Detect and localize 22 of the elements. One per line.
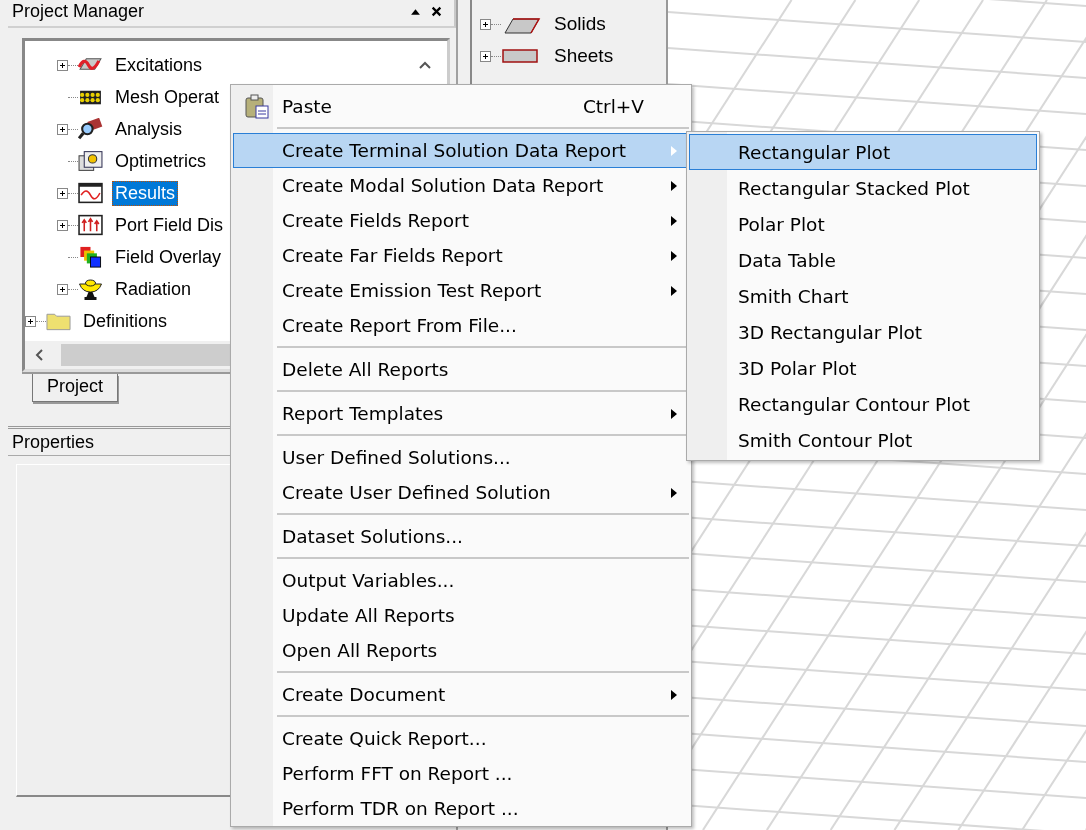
menu-item-label: Create Report From File...: [281, 315, 518, 336]
menu-item-label: Dataset Solutions...: [281, 526, 464, 547]
menu-item-label: Delete All Reports: [281, 359, 450, 380]
menu-item-label: Output Variables...: [281, 570, 456, 591]
menu-item-label: Create Terminal Solution Data Report: [281, 140, 628, 161]
menu-item-label: Create Emission Test Report: [281, 280, 543, 301]
menu-item-label: Perform FFT on Report ...: [281, 763, 514, 784]
panel-title: Project Manager: [12, 0, 146, 22]
menu-item-label: Create Quick Report...: [281, 728, 488, 749]
menu-item-label: Update All Reports: [281, 605, 456, 626]
menu-item-label: Paste: [281, 96, 333, 117]
menu-item-label: Create Modal Solution Data Report: [281, 175, 605, 196]
shortcut-label: Ctrl+V: [582, 96, 644, 117]
menu-item-label: Report Templates: [281, 403, 445, 424]
menu-item-label: User Defined Solutions...: [281, 447, 512, 468]
panel-title: Properties: [12, 431, 95, 453]
menu-item-label: Create Fields Report: [281, 210, 470, 231]
menu-item-label: Create Document: [281, 684, 447, 705]
menu-item-label: Create User Defined Solution: [281, 482, 552, 503]
menu-item-label: Perform TDR on Report ...: [281, 798, 520, 819]
menu-item-label: Create Far Fields Report: [281, 245, 504, 266]
menu-item-label: Open All Reports: [281, 640, 439, 661]
